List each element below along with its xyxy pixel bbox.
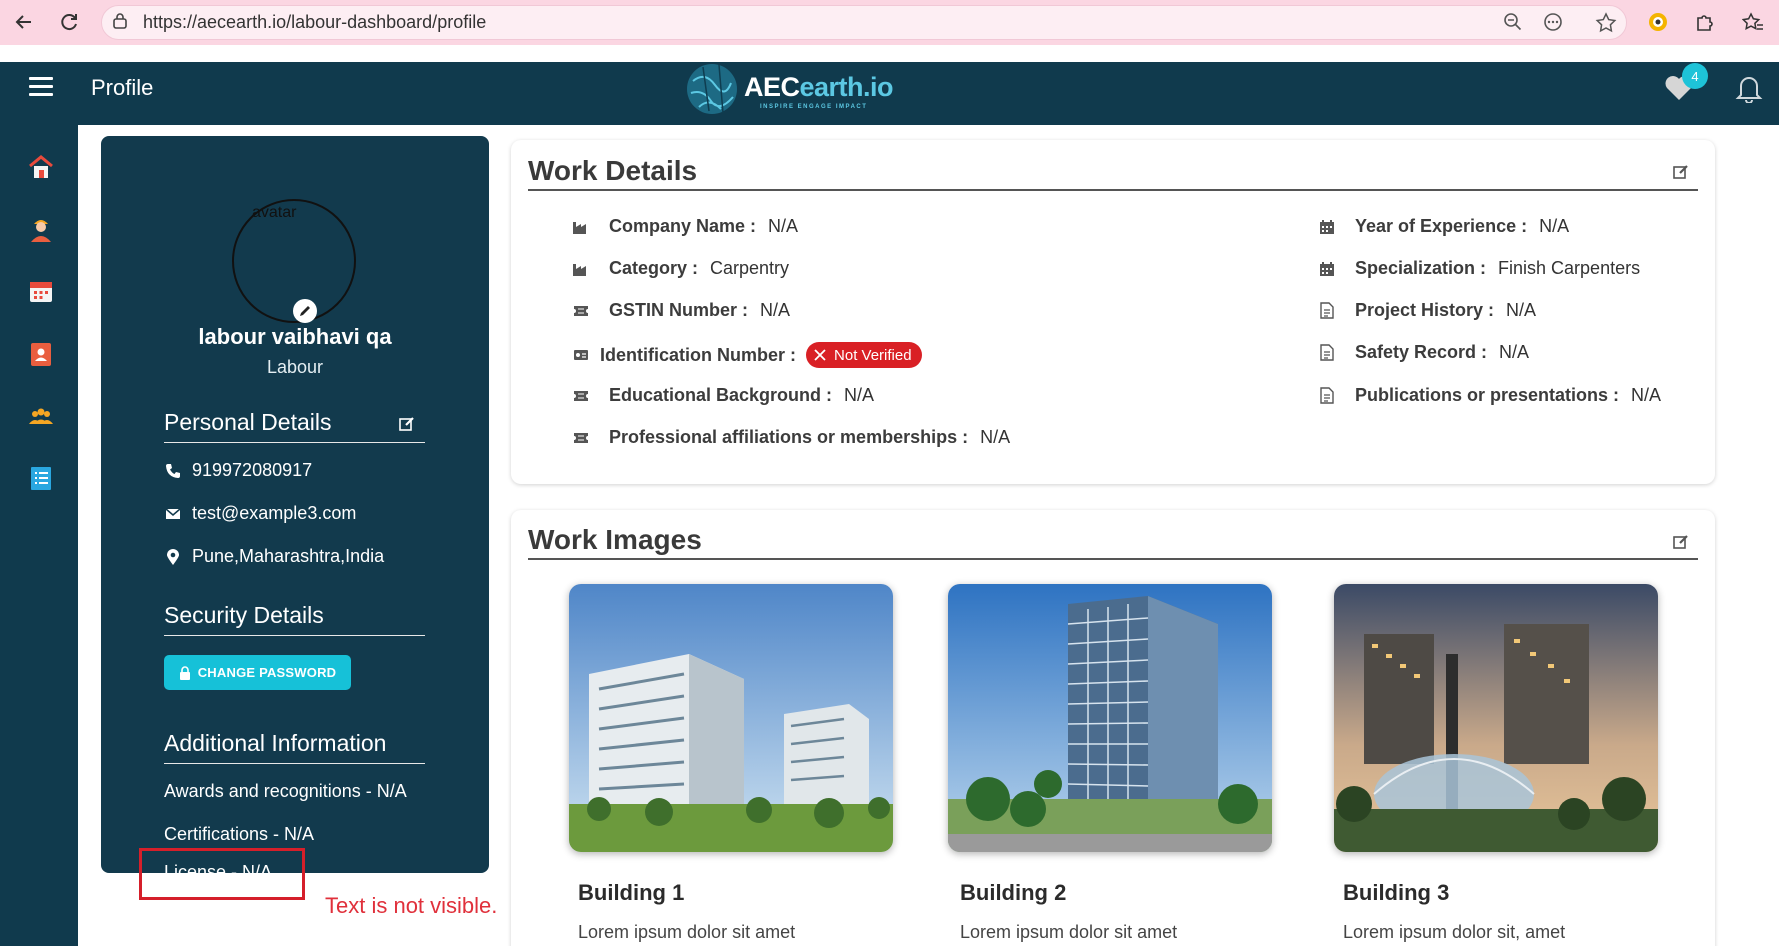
bell-icon[interactable] bbox=[1735, 73, 1763, 108]
phone-icon bbox=[166, 463, 180, 478]
location-row: Pune,Maharashtra,India bbox=[164, 546, 384, 567]
building-1-image[interactable] bbox=[569, 584, 893, 852]
experience-row: Year of Experience : N/A bbox=[1317, 216, 1569, 237]
awards-text: Awards and recognitions - N/A bbox=[164, 781, 407, 801]
puzzle-icon[interactable] bbox=[1694, 12, 1714, 37]
building-2-image[interactable] bbox=[948, 584, 1272, 852]
mail-icon bbox=[165, 507, 181, 519]
ticket-icon bbox=[571, 386, 591, 406]
divider bbox=[164, 635, 425, 636]
not-verified-chip: Not Verified bbox=[806, 342, 922, 368]
change-password-button[interactable]: CHANGE PASSWORD bbox=[164, 655, 351, 690]
gstin-row: GSTIN Number : N/A bbox=[571, 300, 790, 321]
edit-personal-details-icon[interactable] bbox=[398, 415, 416, 438]
email-address: test@example3.com bbox=[192, 503, 357, 523]
building-3-desc: Lorem ipsum dolor sit, amet bbox=[1343, 922, 1566, 942]
calendar-icon bbox=[1317, 259, 1337, 279]
hamburger-menu-icon[interactable] bbox=[29, 77, 53, 97]
home-icon[interactable] bbox=[27, 153, 55, 181]
phone-row: 919972080917 bbox=[164, 460, 312, 481]
email-row: test@example3.com bbox=[164, 503, 356, 524]
work-details-title: Work Details bbox=[528, 155, 698, 186]
url-text[interactable]: https://aecearth.io/labour-dashboard/pro… bbox=[143, 12, 486, 33]
building-1-desc: Lorem ipsum dolor sit amet bbox=[578, 922, 796, 942]
phone-number: 919972080917 bbox=[192, 460, 313, 480]
edit-work-details-icon[interactable] bbox=[1672, 163, 1690, 181]
building-2-desc: Lorem ipsum dolor sit amet bbox=[960, 922, 1178, 942]
safety-record-row: Safety Record : N/A bbox=[1317, 342, 1529, 363]
ticket-icon bbox=[571, 301, 591, 321]
work-images-title: Work Images bbox=[528, 524, 702, 555]
page-title: Profile bbox=[91, 75, 154, 100]
factory-icon bbox=[571, 259, 591, 279]
side-nav bbox=[0, 125, 78, 946]
edit-work-images-icon[interactable] bbox=[1672, 533, 1690, 551]
browser-toolbar: https://aecearth.io/labour-dashboard/pro… bbox=[0, 0, 1779, 45]
personal-details-heading: Personal Details bbox=[164, 409, 332, 435]
lock-icon bbox=[179, 665, 190, 680]
avatar-edit-button[interactable] bbox=[293, 299, 317, 323]
building-1-title: Building 1 bbox=[578, 880, 685, 905]
close-icon bbox=[814, 349, 826, 361]
divider bbox=[528, 558, 1698, 560]
specialization-row: Specialization : Finish Carpenters bbox=[1317, 258, 1640, 279]
user-name: labour vaibhavi qa bbox=[198, 324, 392, 349]
ticket-icon bbox=[571, 428, 591, 448]
zoom-icon[interactable] bbox=[1503, 12, 1523, 37]
affiliations-row: Professional affiliations or memberships… bbox=[571, 427, 1010, 448]
building-2-title: Building 2 bbox=[960, 880, 1067, 905]
factory-icon bbox=[571, 217, 591, 237]
reload-icon[interactable] bbox=[56, 9, 82, 35]
location-text: Pune,Maharashtra,India bbox=[192, 546, 385, 566]
document-icon bbox=[1317, 386, 1337, 406]
site-info-icon[interactable] bbox=[112, 12, 128, 35]
publications-row: Publications or presentations : N/A bbox=[1317, 385, 1661, 406]
building-3-image[interactable] bbox=[1334, 584, 1658, 852]
more-options-icon[interactable] bbox=[1543, 12, 1563, 37]
annotation-note: Text is not visible. bbox=[325, 893, 498, 918]
project-history-row: Project History : N/A bbox=[1317, 300, 1536, 321]
identification-row: Identification Number : Not Verified bbox=[571, 342, 922, 368]
building-3-title: Building 3 bbox=[1343, 880, 1450, 905]
divider bbox=[164, 763, 425, 764]
worker-icon[interactable] bbox=[27, 215, 55, 243]
category-row: Category : Carpentry bbox=[571, 258, 789, 279]
extension-icon[interactable] bbox=[1648, 12, 1668, 37]
document-icon bbox=[1317, 343, 1337, 363]
bookmark-star-icon[interactable] bbox=[1595, 12, 1617, 39]
education-row: Educational Background : N/A bbox=[571, 385, 874, 406]
calendar-icon bbox=[1317, 217, 1337, 237]
favorites-icon[interactable] bbox=[1741, 12, 1764, 39]
avatar-alt-text: avatar bbox=[252, 204, 297, 221]
document-icon bbox=[1317, 301, 1337, 321]
contact-book-icon[interactable] bbox=[27, 340, 55, 368]
list-icon[interactable] bbox=[27, 464, 55, 492]
divider bbox=[528, 189, 1698, 191]
location-pin-icon bbox=[167, 548, 179, 565]
security-details-heading: Security Details bbox=[164, 602, 324, 628]
user-role: Labour bbox=[266, 357, 324, 377]
group-icon[interactable] bbox=[27, 402, 55, 430]
notification-count-badge: 4 bbox=[1682, 63, 1708, 89]
annotation-highlight-box bbox=[139, 848, 305, 900]
company-name-row: Company Name : N/A bbox=[571, 216, 798, 237]
divider bbox=[164, 442, 425, 443]
id-card-icon bbox=[571, 345, 591, 365]
back-icon[interactable] bbox=[11, 9, 37, 35]
logo-text: AECearth.io bbox=[744, 72, 894, 102]
calendar-icon[interactable] bbox=[27, 277, 55, 305]
additional-info-heading: Additional Information bbox=[164, 730, 387, 756]
logo-tagline: INSPIRE ENGAGE IMPACT bbox=[760, 104, 868, 110]
certifications-text: Certifications - N/A bbox=[164, 824, 315, 844]
